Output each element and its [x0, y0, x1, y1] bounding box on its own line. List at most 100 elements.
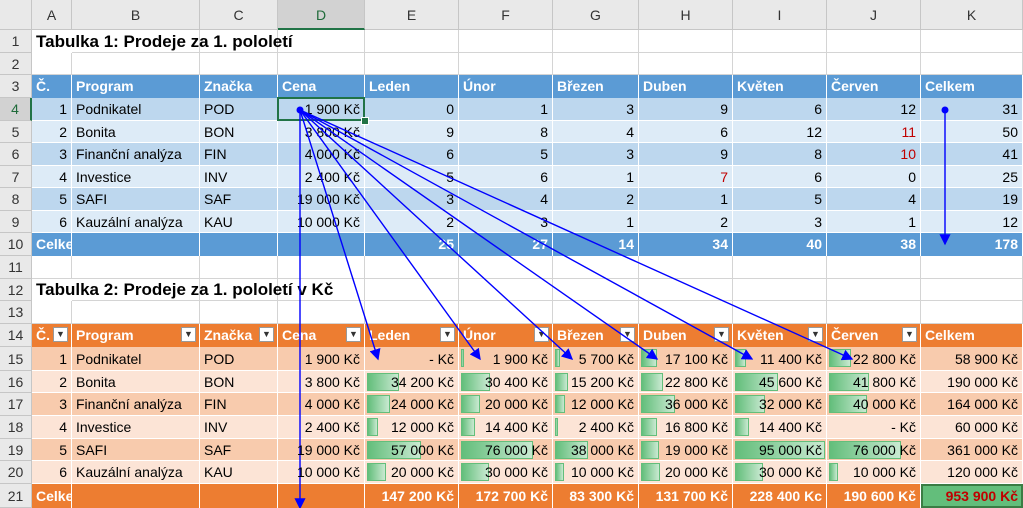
cell-f11[interactable]	[459, 256, 553, 279]
table1-cell-r5-c10[interactable]: 4	[827, 188, 921, 211]
table1-cell-r4-c1[interactable]: 4	[32, 166, 72, 188]
table1-cell-r4-c2[interactable]: Investice	[72, 166, 200, 188]
table2-total-c11[interactable]: 953 900 Kč	[921, 484, 1023, 508]
table2-cell-r4-c6[interactable]: 14 400 Kč	[459, 416, 553, 439]
filter-dropdown-icon[interactable]: ▼	[808, 327, 823, 342]
table1-cell-r3-c5[interactable]: 6	[365, 143, 459, 166]
table2-cell-r4-c8[interactable]: 16 800 Kč	[639, 416, 733, 439]
row-header-21[interactable]: 21	[0, 484, 32, 508]
table1-cell-r4-c5[interactable]: 5	[365, 166, 459, 188]
table2-cell-r4-c11[interactable]: 60 000 Kč	[921, 416, 1023, 439]
row-header-9[interactable]: 9	[0, 211, 32, 233]
table2-cell-r6-c6[interactable]: 30 000 Kč	[459, 461, 553, 484]
cell-k1[interactable]	[921, 30, 1023, 53]
table1-cell-r6-c8[interactable]: 2	[639, 211, 733, 233]
table1-total-c4[interactable]	[278, 233, 365, 256]
table1-cell-r3-c3[interactable]: FIN	[200, 143, 278, 166]
table2-cell-r2-c5[interactable]: 34 200 Kč	[365, 371, 459, 393]
table1-cell-r6-c10[interactable]: 1	[827, 211, 921, 233]
table2-total-c8[interactable]: 131 700 Kč	[639, 484, 733, 508]
table1-header-4[interactable]: Leden	[365, 75, 459, 98]
table1-total-c8[interactable]: 34	[639, 233, 733, 256]
table1-cell-r2-c1[interactable]: 2	[32, 121, 72, 143]
table2-cell-r1-c3[interactable]: POD	[200, 347, 278, 371]
table1-header-2[interactable]: Značka	[200, 75, 278, 98]
table2-cell-r3-c2[interactable]: Finanční analýza	[72, 393, 200, 416]
cell-i13[interactable]	[733, 301, 827, 324]
table2-cell-r4-c7[interactable]: 2 400 Kč	[553, 416, 639, 439]
table1-cell-r3-c6[interactable]: 5	[459, 143, 553, 166]
table2-header-6[interactable]: Březen ▼	[553, 324, 639, 347]
cell-j13[interactable]	[827, 301, 921, 324]
table2-cell-r6-c9[interactable]: 30 000 Kč	[733, 461, 827, 484]
table1-cell-r4-c9[interactable]: 6	[733, 166, 827, 188]
table2-cell-r4-c2[interactable]: Investice	[72, 416, 200, 439]
table2-cell-r5-c3[interactable]: SAF	[200, 439, 278, 461]
table1-cell-r5-c6[interactable]: 4	[459, 188, 553, 211]
table1-total-c3[interactable]	[200, 233, 278, 256]
table2-cell-r3-c8[interactable]: 36 000 Kč	[639, 393, 733, 416]
cell-d13[interactable]	[278, 301, 365, 324]
table2-cell-r2-c4[interactable]: 3 800 Kč	[278, 371, 365, 393]
table2-cell-r3-c5[interactable]: 24 000 Kč	[365, 393, 459, 416]
row-header-5[interactable]: 5	[0, 121, 32, 143]
table1-header-9[interactable]: Červen	[827, 75, 921, 98]
table1-cell-r1-c7[interactable]: 3	[553, 98, 639, 121]
table2-cell-r2-c7[interactable]: 15 200 Kč	[553, 371, 639, 393]
table2-cell-r6-c10[interactable]: 10 000 Kč	[827, 461, 921, 484]
table2-cell-r1-c7[interactable]: 5 700 Kč	[553, 347, 639, 371]
table2-cell-r6-c11[interactable]: 120 000 Kč	[921, 461, 1023, 484]
column-header-k[interactable]: K	[921, 0, 1023, 30]
table2-cell-r6-c2[interactable]: Kauzální analýza	[72, 461, 200, 484]
cell-c13[interactable]	[200, 301, 278, 324]
cell-h12[interactable]	[639, 279, 733, 301]
table2-cell-r2-c10[interactable]: 41 800 Kč	[827, 371, 921, 393]
table1-cell-r2-c2[interactable]: Bonita	[72, 121, 200, 143]
column-header-a[interactable]: A	[32, 0, 72, 30]
table1-cell-r5-c11[interactable]: 19	[921, 188, 1023, 211]
cell-g2[interactable]	[553, 53, 639, 75]
row-header-20[interactable]: 20	[0, 461, 32, 484]
table2-cell-r3-c4[interactable]: 4 000 Kč	[278, 393, 365, 416]
table1-cell-r6-c7[interactable]: 1	[553, 211, 639, 233]
table1-cell-r2-c11[interactable]: 50	[921, 121, 1023, 143]
row-header-18[interactable]: 18	[0, 416, 32, 439]
table2-cell-r4-c10[interactable]: - Kč	[827, 416, 921, 439]
table1-total-c1[interactable]: Celkem	[32, 233, 72, 256]
table1-cell-r2-c8[interactable]: 6	[639, 121, 733, 143]
table2-cell-r1-c6[interactable]: 1 900 Kč	[459, 347, 553, 371]
table1-cell-r4-c3[interactable]: INV	[200, 166, 278, 188]
table2-total-c2[interactable]	[72, 484, 200, 508]
table1-cell-r2-c7[interactable]: 4	[553, 121, 639, 143]
cell-i2[interactable]	[733, 53, 827, 75]
table2-cell-r5-c10[interactable]: 76 000 Kč	[827, 439, 921, 461]
row-header-14[interactable]: 14	[0, 324, 32, 347]
filter-dropdown-icon[interactable]: ▼	[714, 327, 729, 342]
row-header-19[interactable]: 19	[0, 439, 32, 461]
table2-cell-r2-c11[interactable]: 190 000 Kč	[921, 371, 1023, 393]
row-header-10[interactable]: 10	[0, 233, 32, 256]
table2-total-c4[interactable]	[278, 484, 365, 508]
table1-cell-r4-c4[interactable]: 2 400 Kč	[278, 166, 365, 188]
table2-cell-r1-c1[interactable]: 1	[32, 347, 72, 371]
cell-k12[interactable]	[921, 279, 1023, 301]
cell-h1[interactable]	[639, 30, 733, 53]
table1-cell-r1-c4[interactable]: 1 900 Kč	[278, 98, 365, 121]
filter-dropdown-icon[interactable]: ▼	[259, 327, 274, 342]
table1-cell-r5-c8[interactable]: 1	[639, 188, 733, 211]
table2-cell-r5-c11[interactable]: 361 000 Kč	[921, 439, 1023, 461]
cell-b13[interactable]	[72, 301, 200, 324]
table1-cell-r3-c11[interactable]: 41	[921, 143, 1023, 166]
table2-cell-r1-c5[interactable]: - Kč	[365, 347, 459, 371]
table2-header-3[interactable]: Cena ▼	[278, 324, 365, 347]
row-header-13[interactable]: 13	[0, 301, 32, 324]
row-header-8[interactable]: 8	[0, 188, 32, 211]
row-header-16[interactable]: 16	[0, 371, 32, 393]
cell-e2[interactable]	[365, 53, 459, 75]
table1-cell-r3-c8[interactable]: 9	[639, 143, 733, 166]
cell-h11[interactable]	[639, 256, 733, 279]
table2-header-10[interactable]: Celkem	[921, 324, 1023, 347]
table1-cell-r6-c6[interactable]: 3	[459, 211, 553, 233]
table1-total-c11[interactable]: 178	[921, 233, 1023, 256]
table2-cell-r4-c1[interactable]: 4	[32, 416, 72, 439]
